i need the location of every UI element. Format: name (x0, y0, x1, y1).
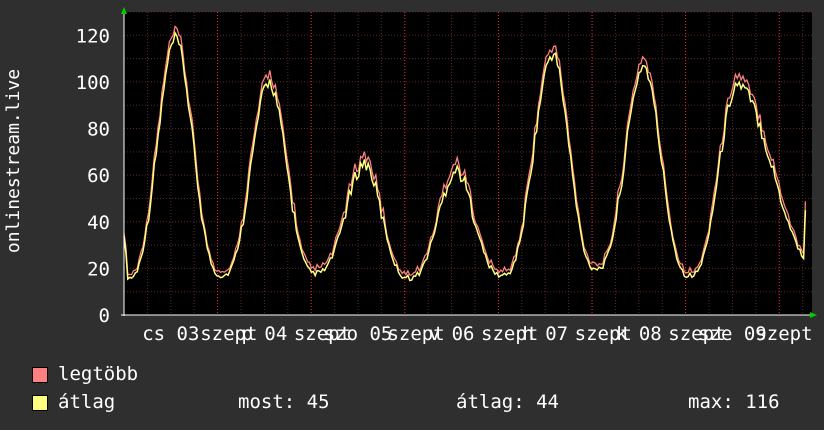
y-ticks: 0 20 40 60 80 100 120 (76, 25, 110, 327)
legend-swatch-atlag (32, 395, 48, 411)
y-tick-label: 100 (76, 72, 110, 94)
legend-swatch-legtobb (32, 367, 48, 383)
y-axis-label: onlinestream.live (3, 68, 24, 254)
y-tick-label: 0 (99, 305, 110, 327)
x-axis-arrow-icon (810, 312, 817, 318)
y-tick-label: 120 (76, 25, 110, 47)
stat-most: most: 45 (238, 391, 330, 413)
x-tick-label: cs 03 (142, 323, 199, 345)
y-tick-label: 80 (87, 119, 110, 141)
x-tick-label: h 07 (522, 323, 568, 345)
stat-atlag: átlag: 44 (456, 391, 559, 413)
x-tick-label: szo 05 (324, 323, 393, 345)
y-tick-label: 20 (87, 258, 110, 280)
legend-label-atlag: átlag (58, 391, 116, 413)
y-axis-arrow-icon (121, 7, 127, 14)
y-tick-label: 60 (87, 165, 110, 187)
y-tick-label: 40 (87, 212, 110, 234)
legend-label-legtobb: legtöbb (58, 363, 139, 385)
x-tick-label: k 08 (616, 323, 662, 345)
x-ticks: cs 03 szeptp 04 szeptszo 05szeptv 06 szepth… (142, 323, 812, 345)
stat-max: max: 116 (688, 391, 780, 413)
x-tick-label: szept (755, 323, 812, 345)
x-tick-label: v 06 (429, 323, 475, 345)
x-tick-label: p 04 (242, 323, 288, 345)
